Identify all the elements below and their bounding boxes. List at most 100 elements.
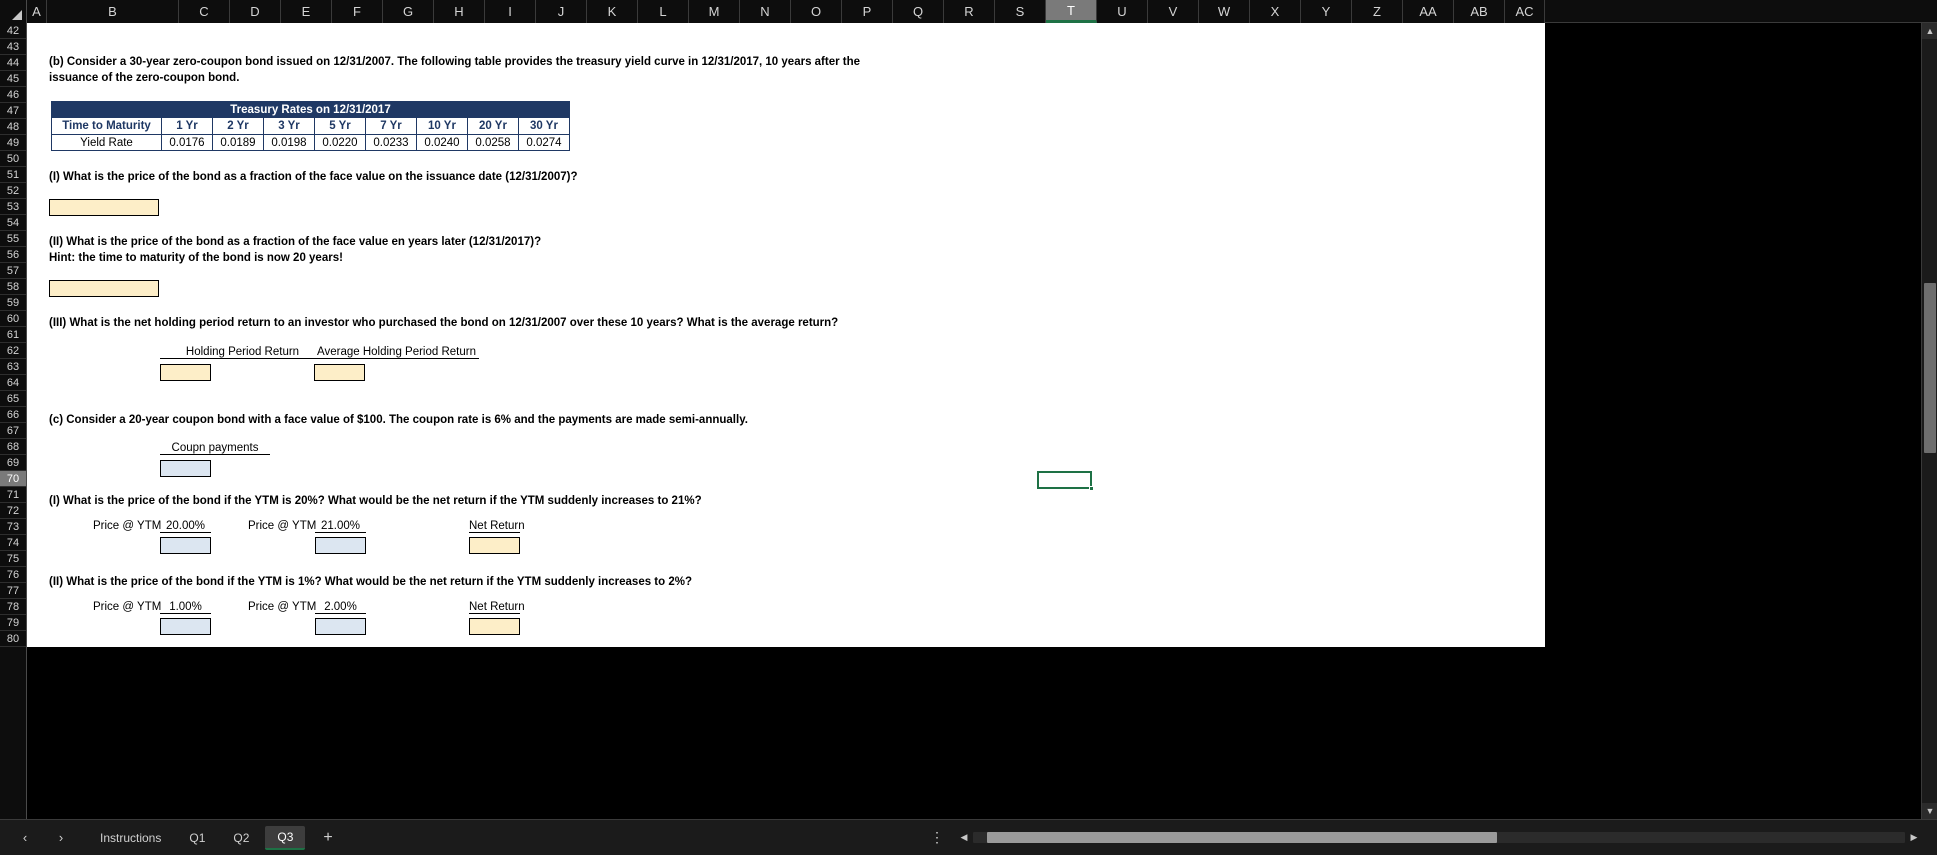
- row-header-67[interactable]: 67: [0, 423, 26, 439]
- column-header-d[interactable]: D: [230, 0, 281, 23]
- column-header-p[interactable]: P: [842, 0, 893, 23]
- row-header-78[interactable]: 78: [0, 599, 26, 615]
- column-header-n[interactable]: N: [740, 0, 791, 23]
- row-header-77[interactable]: 77: [0, 583, 26, 599]
- answer-cell-average-holding-period-return[interactable]: [314, 364, 365, 381]
- scroll-left-arrow-icon[interactable]: ◀: [957, 832, 971, 843]
- active-cell-indicator[interactable]: [1037, 471, 1094, 491]
- row-header-73[interactable]: 73: [0, 519, 26, 535]
- sheet-next-arrow-icon[interactable]: ›: [50, 827, 72, 849]
- row-header-69[interactable]: 69: [0, 455, 26, 471]
- column-header-m[interactable]: M: [689, 0, 740, 23]
- row-header-42[interactable]: 42: [0, 23, 26, 39]
- answer-cell-coupon-payments[interactable]: [160, 460, 211, 477]
- sheet-tab-q3[interactable]: Q3: [265, 825, 306, 850]
- row-header-59[interactable]: 59: [0, 295, 26, 311]
- row-header-65[interactable]: 65: [0, 391, 26, 407]
- row-header-52[interactable]: 52: [0, 183, 26, 199]
- column-header-a[interactable]: A: [27, 0, 47, 23]
- row-header-64[interactable]: 64: [0, 375, 26, 391]
- row-header-50[interactable]: 50: [0, 151, 26, 167]
- row-header-66[interactable]: 66: [0, 407, 26, 423]
- column-header-f[interactable]: F: [332, 0, 383, 23]
- scroll-down-arrow-icon[interactable]: ▼: [1922, 803, 1937, 819]
- answer-cell-b-i[interactable]: [49, 199, 159, 216]
- row-header-61[interactable]: 61: [0, 327, 26, 343]
- select-all-corner[interactable]: [0, 0, 27, 23]
- column-header-aa[interactable]: AA: [1403, 0, 1454, 23]
- column-header-r[interactable]: R: [944, 0, 995, 23]
- column-header-z[interactable]: Z: [1352, 0, 1403, 23]
- row-header-56[interactable]: 56: [0, 247, 26, 263]
- column-header-s[interactable]: S: [995, 0, 1046, 23]
- horizontal-scroll-thumb[interactable]: [987, 831, 1497, 843]
- horizontal-scroll-track[interactable]: [973, 831, 1905, 843]
- column-header-t[interactable]: T: [1046, 0, 1097, 23]
- row-header-44[interactable]: 44: [0, 55, 26, 71]
- row-header-71[interactable]: 71: [0, 487, 26, 503]
- row-header-47[interactable]: 47: [0, 103, 26, 119]
- column-header-q[interactable]: Q: [893, 0, 944, 23]
- row-header-45[interactable]: 45: [0, 71, 26, 87]
- row-header-53[interactable]: 53: [0, 199, 26, 215]
- sheet-tab-q2[interactable]: Q2: [221, 827, 261, 849]
- row-header-58[interactable]: 58: [0, 279, 26, 295]
- row-header-48[interactable]: 48: [0, 119, 26, 135]
- treasury-value-0: 0.0176: [161, 134, 213, 151]
- answer-cell-price-ytm-c-i-b[interactable]: [315, 537, 366, 554]
- scroll-up-arrow-icon[interactable]: ▲: [1922, 23, 1937, 39]
- column-header-ab[interactable]: AB: [1454, 0, 1505, 23]
- column-header-l[interactable]: L: [638, 0, 689, 23]
- row-header-63[interactable]: 63: [0, 359, 26, 375]
- row-header-49[interactable]: 49: [0, 135, 26, 151]
- more-options-icon[interactable]: ⋮: [930, 829, 945, 846]
- column-header-v[interactable]: V: [1148, 0, 1199, 23]
- answer-cell-net-return-c-ii[interactable]: [469, 618, 520, 635]
- sheet-prev-arrow-icon[interactable]: ‹: [14, 827, 36, 849]
- spreadsheet-grid[interactable]: (b) Consider a 30-year zero-coupon bond …: [27, 23, 1545, 647]
- column-header-c[interactable]: C: [179, 0, 230, 23]
- row-header-76[interactable]: 76: [0, 567, 26, 583]
- row-header-75[interactable]: 75: [0, 551, 26, 567]
- answer-cell-price-ytm-c-i-a[interactable]: [160, 537, 211, 554]
- answer-cell-price-ytm-c-ii-a[interactable]: [160, 618, 211, 635]
- column-header-o[interactable]: O: [791, 0, 842, 23]
- scroll-right-arrow-icon[interactable]: ▶: [1907, 832, 1921, 843]
- row-header-80[interactable]: 80: [0, 631, 26, 647]
- row-header-79[interactable]: 79: [0, 615, 26, 631]
- answer-cell-b-ii[interactable]: [49, 280, 159, 297]
- column-header-u[interactable]: U: [1097, 0, 1148, 23]
- answer-cell-price-ytm-c-ii-b[interactable]: [315, 618, 366, 635]
- row-header-57[interactable]: 57: [0, 263, 26, 279]
- column-header-h[interactable]: H: [434, 0, 485, 23]
- row-header-68[interactable]: 68: [0, 439, 26, 455]
- add-sheet-button[interactable]: +: [309, 829, 346, 847]
- vertical-scroll-thumb[interactable]: [1924, 283, 1936, 453]
- row-header-46[interactable]: 46: [0, 87, 26, 103]
- row-header-74[interactable]: 74: [0, 535, 26, 551]
- sheet-tab-q1[interactable]: Q1: [177, 827, 217, 849]
- fill-handle[interactable]: [1089, 486, 1094, 491]
- answer-cell-net-return-c-i[interactable]: [469, 537, 520, 554]
- row-header-62[interactable]: 62: [0, 343, 26, 359]
- column-header-w[interactable]: W: [1199, 0, 1250, 23]
- vertical-scrollbar[interactable]: ▲ ▼: [1921, 23, 1937, 819]
- column-header-j[interactable]: J: [536, 0, 587, 23]
- column-header-y[interactable]: Y: [1301, 0, 1352, 23]
- row-header-55[interactable]: 55: [0, 231, 26, 247]
- row-header-60[interactable]: 60: [0, 311, 26, 327]
- column-header-g[interactable]: G: [383, 0, 434, 23]
- answer-cell-holding-period-return[interactable]: [160, 364, 211, 381]
- column-header-e[interactable]: E: [281, 0, 332, 23]
- row-header-72[interactable]: 72: [0, 503, 26, 519]
- sheet-tab-instructions[interactable]: Instructions: [88, 827, 173, 849]
- column-header-i[interactable]: I: [485, 0, 536, 23]
- column-header-ac[interactable]: AC: [1505, 0, 1545, 23]
- row-header-54[interactable]: 54: [0, 215, 26, 231]
- column-header-b[interactable]: B: [47, 0, 179, 23]
- column-header-x[interactable]: X: [1250, 0, 1301, 23]
- row-header-70[interactable]: 70: [0, 471, 26, 487]
- column-header-k[interactable]: K: [587, 0, 638, 23]
- row-header-51[interactable]: 51: [0, 167, 26, 183]
- row-header-43[interactable]: 43: [0, 39, 26, 55]
